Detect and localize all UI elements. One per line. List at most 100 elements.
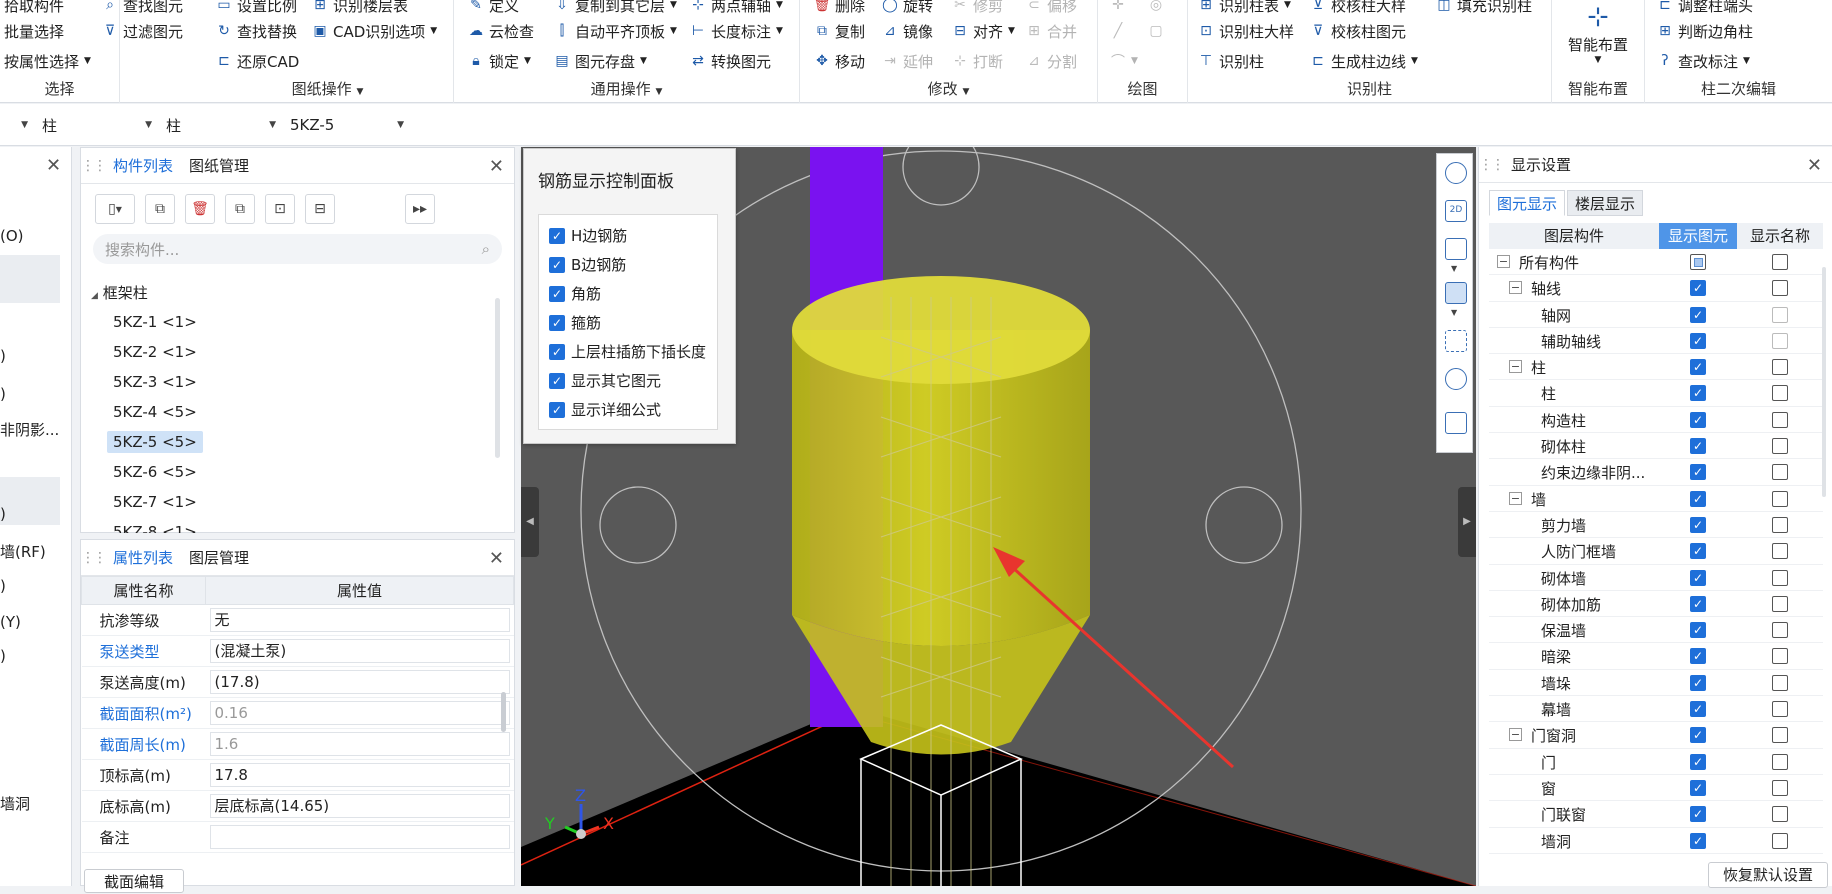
align-button[interactable]: ⊟ 对齐 ▼ [952,19,1015,43]
show-name-checkbox[interactable] [1772,359,1788,376]
display-row[interactable]: 轴网 ✓ [1489,302,1823,328]
tab-component-list[interactable]: 构件列表 [105,148,181,184]
fill-recognize-column-button[interactable]: ◫ 填充识别柱 [1436,0,1532,17]
lock-button[interactable]: 🔒︎ 锁定 ▼ [468,49,531,73]
nav-item[interactable]: (O) [0,227,62,245]
display-row[interactable]: 保温墙 ✓ [1489,617,1823,644]
show-name-checkbox[interactable] [1772,806,1788,823]
show-name-checkbox[interactable] [1772,411,1788,428]
recognize-column-button[interactable]: ⊤ 识别柱 [1198,49,1264,73]
new-component-button[interactable]: ▯ ▼ [95,194,135,224]
set-scale-button[interactable]: ▭ 设置比例 [216,0,297,17]
checkbox-checked-icon[interactable]: ✓ [549,256,565,273]
show-element-checkbox[interactable]: ✓ [1690,411,1706,428]
nav-item[interactable]: ) [0,385,62,403]
convert-element-button[interactable]: ⇄ 转换图元 [690,49,771,73]
chevron-down-icon[interactable]: ▼ [1451,264,1457,273]
display-row[interactable]: − 门窗洞 ✓ [1489,722,1823,749]
collapse-icon[interactable]: − [1509,728,1522,742]
show-name-checkbox[interactable] [1772,674,1788,691]
draw-rotate-point-button[interactable]: ◎ [1148,0,1164,17]
checkbox-checked-icon[interactable]: ✓ [549,314,565,331]
display-row[interactable]: − 柱 ✓ [1489,354,1823,381]
show-element-checkbox[interactable]: ✓ [1690,438,1706,455]
select-by-property-button[interactable]: 按属性选择 ▼ [4,49,91,73]
tab-floor-display[interactable]: 楼层显示 [1567,190,1644,216]
property-value[interactable]: 层底标高(14.65) [209,794,510,818]
auto-align-slab-button[interactable]: ⫿ 自动平齐顶板 ▼ [554,19,677,43]
pick-component-button[interactable]: 拾取构件 [4,0,64,17]
show-name-checkbox[interactable] [1772,280,1788,297]
property-value[interactable]: 17.8 [209,763,510,787]
nav-item[interactable]: ) [0,647,62,665]
nav-selected-item[interactable] [0,255,60,303]
show-name-checkbox[interactable] [1772,490,1788,507]
tree-item[interactable]: 5KZ-7 <1> [107,491,203,513]
show-name-checkbox[interactable] [1772,543,1788,560]
find-replace-button[interactable]: ↻ 查找替换 [216,19,297,43]
3d-box-view-icon[interactable] [1445,238,1467,260]
show-element-checkbox[interactable]: ✓ [1690,622,1706,639]
section-edit-button[interactable]: 截面编辑 [84,869,184,893]
collapse-icon[interactable]: − [1509,281,1522,295]
shaded-view-icon[interactable] [1445,282,1467,304]
find-element-button[interactable]: ⌕ 查找图元 [102,0,183,17]
column-header[interactable]: 显示名称 [1737,223,1823,249]
display-row[interactable]: 柱 ✓ [1489,380,1823,407]
show-name-checkbox[interactable] [1772,779,1788,796]
tab-drawing-management[interactable]: 图纸管理 [181,148,257,184]
display-row[interactable]: − 轴线 ✓ [1489,275,1823,302]
show-element-checkbox[interactable]: ✓ [1690,701,1706,718]
delete-button[interactable]: 🗑︎ 删除 [813,0,865,17]
tree-item[interactable]: 5KZ-8 <1> [107,521,203,533]
cad-options-button[interactable]: ▣ CAD识别选项 ▼ [312,19,437,43]
rebar-option[interactable]: ✓ 上层柱插筋下插长度 [549,341,706,362]
display-row[interactable]: 约束边缘非阴... ✓ [1489,459,1823,486]
export-button[interactable]: ⊟ [305,194,335,224]
view-settings-icon[interactable] [1445,412,1467,434]
2d-view-icon[interactable]: 2D [1445,200,1467,222]
tree-item-selected[interactable]: 5KZ-5 <5> [107,431,203,453]
show-name-checkbox[interactable] [1772,516,1788,533]
category-combo[interactable]: 柱 ▼ [38,112,160,138]
more-button[interactable]: ▸▸ [405,194,435,224]
display-row[interactable]: 暗梁 ✓ [1489,643,1823,670]
copy-button[interactable]: ⧉ 复制 [814,19,865,43]
close-icon[interactable]: ✕ [489,548,504,569]
tab-property-list[interactable]: 属性列表 [105,540,181,576]
show-element-checkbox[interactable]: ✓ [1690,385,1706,402]
offset-button[interactable]: ⊂ 偏移 [1026,0,1077,17]
property-value[interactable]: (混凝土泵) [209,639,510,663]
check-column-element-button[interactable]: ⊽ 校核柱图元 [1310,19,1406,43]
display-row[interactable]: 辅助轴线 ✓ [1489,328,1823,355]
drag-handle-icon[interactable]: ⋮⋮ [81,550,107,566]
show-name-checkbox[interactable] [1772,595,1788,612]
display-row[interactable]: 砌体柱 ✓ [1489,433,1823,460]
show-element-checkbox[interactable]: ✓ [1690,516,1706,533]
show-element-checkbox[interactable]: ✓ [1690,674,1706,691]
rebar-option[interactable]: ✓ 显示详细公式 [549,399,661,420]
rebar-option[interactable]: ✓ B边钢筋 [549,254,626,275]
save-element-button[interactable]: ▤ 图元存盘 ▼ [554,49,647,73]
tree-parent-frame-column[interactable]: ◢ 框架柱 [91,282,148,303]
judge-corner-column-button[interactable]: ⊞ 判断边角柱 [1657,19,1753,43]
collapse-icon[interactable]: − [1497,255,1510,268]
display-row[interactable]: 砌体加筋 ✓ [1489,591,1823,618]
display-row[interactable]: 剪力墙 ✓ [1489,512,1823,539]
rebar-option[interactable]: ✓ 角筋 [549,283,601,304]
close-icon[interactable]: ✕ [1807,155,1822,176]
show-name-checkbox[interactable] [1772,569,1788,586]
recognize-floor-table-button[interactable]: ⊞ 识别楼层表 [312,0,408,17]
nav-item[interactable]: (Y) [0,613,62,631]
drag-handle-icon[interactable]: ⋮⋮ [1479,157,1505,173]
search-input[interactable]: 搜索构件... ⌕ [93,234,502,264]
show-element-checkbox[interactable]: ✓ [1690,543,1706,560]
draw-arc-button[interactable]: ⌒ ▼ [1110,49,1138,73]
scrollbar[interactable] [495,298,500,458]
display-row[interactable]: 窗 ✓ [1489,775,1823,802]
import-button[interactable]: ⊡ [265,194,295,224]
show-name-checkbox[interactable] [1772,438,1788,455]
copy-to-floor-button[interactable]: ⇩ 复制到其它层 ▼ [554,0,677,17]
rotate-button[interactable]: ◯ 旋转 [882,0,933,17]
define-button[interactable]: ✎ 定义 [468,0,519,17]
